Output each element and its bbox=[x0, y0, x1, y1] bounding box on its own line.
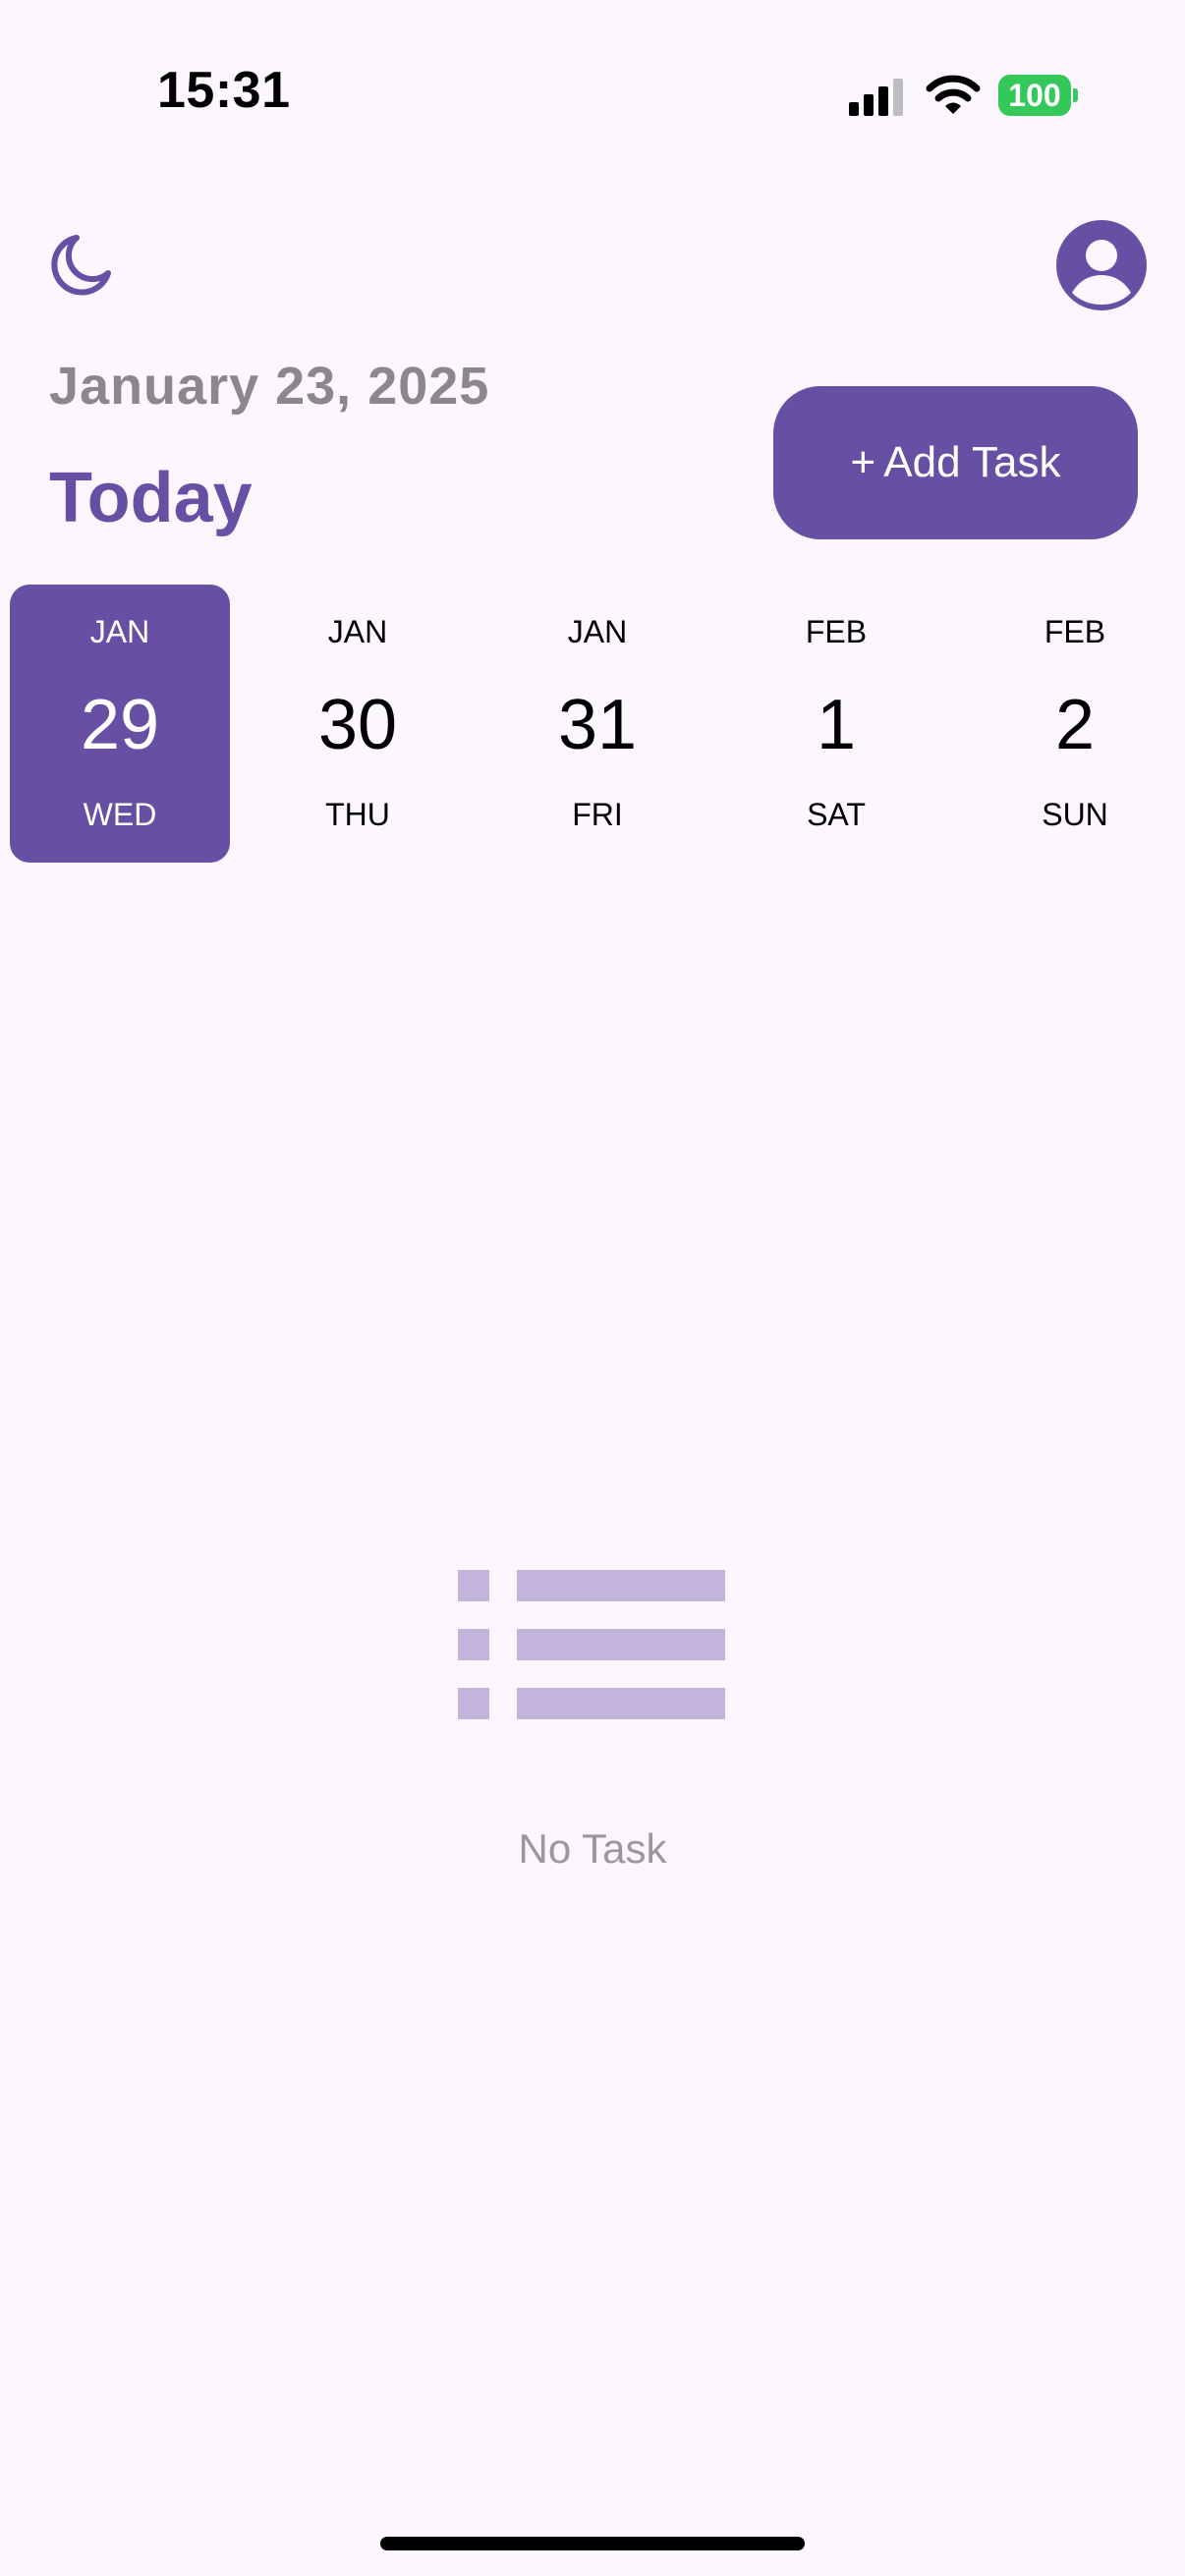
date-day: 31 bbox=[557, 686, 638, 764]
date-cell[interactable]: JAN 30 THU bbox=[248, 585, 468, 863]
battery-tip bbox=[1073, 88, 1078, 102]
current-date: January 23, 2025 bbox=[49, 357, 490, 416]
moon-icon[interactable] bbox=[45, 230, 116, 301]
status-time: 15:31 bbox=[157, 62, 291, 119]
date-day: 1 bbox=[816, 686, 857, 764]
date-month: JAN bbox=[327, 614, 388, 649]
date-cell[interactable]: FEB 1 SAT bbox=[726, 585, 946, 863]
battery-icon: 100 bbox=[998, 75, 1078, 116]
status-bar: 15:31 100 bbox=[0, 0, 1185, 187]
battery-level: 100 bbox=[1008, 78, 1061, 113]
date-day: 29 bbox=[80, 686, 160, 764]
signal-icon bbox=[849, 79, 903, 116]
wifi-icon bbox=[926, 75, 981, 114]
date-cell[interactable]: JAN 31 FRI bbox=[487, 585, 707, 863]
user-avatar-icon[interactable] bbox=[1056, 220, 1147, 310]
add-task-label: Add Task bbox=[883, 438, 1061, 486]
date-month: FEB bbox=[805, 614, 868, 649]
date-day: 2 bbox=[1054, 686, 1096, 764]
date-weekday: FRI bbox=[572, 797, 623, 832]
date-month: JAN bbox=[89, 614, 150, 649]
page-title: Today bbox=[49, 459, 253, 537]
home-indicator[interactable] bbox=[380, 2537, 805, 2550]
date-strip: JAN 29 WED JAN 30 THU JAN 31 FRI FEB 1 S… bbox=[0, 585, 1185, 865]
plus-icon: + bbox=[850, 438, 876, 486]
date-cell-selected[interactable]: JAN 29 WED bbox=[10, 585, 230, 863]
empty-state-message: No Task bbox=[518, 1825, 667, 1872]
date-weekday: SAT bbox=[807, 797, 866, 832]
list-icon bbox=[458, 1570, 725, 1719]
date-day: 30 bbox=[317, 686, 398, 764]
date-weekday: WED bbox=[83, 797, 157, 832]
date-month: FEB bbox=[1044, 614, 1106, 649]
date-cell[interactable]: FEB 2 SUN bbox=[965, 585, 1185, 863]
date-month: JAN bbox=[567, 614, 628, 649]
add-task-button[interactable]: + Add Task bbox=[773, 386, 1138, 539]
date-weekday: SUN bbox=[1042, 797, 1108, 832]
date-weekday: THU bbox=[325, 797, 390, 832]
